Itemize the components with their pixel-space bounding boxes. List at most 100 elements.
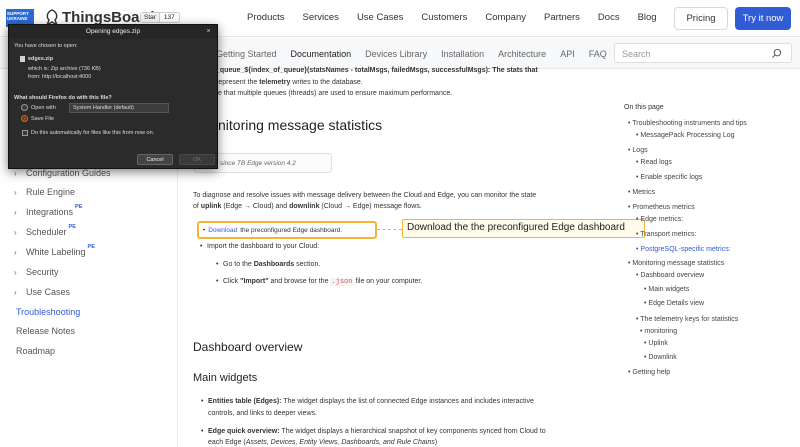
- text: of: [193, 203, 201, 210]
- toc-item[interactable]: Enable specific logs: [636, 174, 702, 181]
- github-star-button[interactable]: Star 137: [140, 12, 180, 23]
- subnav-api[interactable]: API: [560, 49, 575, 59]
- nav-use-cases[interactable]: Use Cases: [357, 12, 403, 23]
- auto-label[interactable]: Do this automatically for files like thi…: [31, 130, 154, 136]
- text: (Cloud → Edge) message flows.: [319, 203, 422, 210]
- sidebar-item-white-labeling[interactable]: › White Labeling PE: [14, 244, 95, 257]
- nav-docs[interactable]: Docs: [598, 12, 620, 23]
- chevron-right-icon: ›: [14, 168, 17, 178]
- sidebar-item-rule-engine[interactable]: › Rule Engine: [14, 187, 75, 197]
- subnav-faq[interactable]: FAQ: [589, 49, 607, 59]
- sidebar-item-roadmap[interactable]: Roadmap: [16, 346, 55, 356]
- cancel-button[interactable]: Cancel: [137, 154, 173, 165]
- entities-table-item: Entities table (Edges): The widget displ…: [201, 397, 534, 407]
- toc-item[interactable]: Edge metrics:: [636, 216, 683, 223]
- pricing-button[interactable]: Pricing: [674, 7, 728, 30]
- text: ): [434, 439, 438, 446]
- subnav-architecture[interactable]: Architecture: [498, 49, 546, 59]
- text-bold: downlink: [289, 203, 320, 210]
- dialog-title: Opening edges.zip: [9, 25, 217, 39]
- subnav-documentation[interactable]: Documentation: [291, 49, 352, 59]
- sidebar-item-scheduler[interactable]: › Scheduler PE: [14, 224, 76, 237]
- text: and browse for the: [268, 278, 331, 285]
- toc-item[interactable]: Read logs: [636, 159, 672, 166]
- import-step: Import the dashboard to your Cloud:: [200, 242, 319, 252]
- sidebar-item-label: Use Cases: [26, 287, 71, 297]
- sidebar-item-security[interactable]: › Security: [14, 267, 59, 277]
- toc-item[interactable]: Edge Details view: [644, 300, 704, 307]
- sidebar-item-label: Rule Engine: [26, 187, 76, 197]
- auto-checkbox[interactable]: [22, 130, 28, 136]
- toc-item[interactable]: Logs: [628, 147, 647, 154]
- save-file-radio[interactable]: [21, 115, 28, 122]
- open-with-radio[interactable]: [21, 104, 28, 111]
- text: The widget displays the list of connecte…: [281, 398, 534, 405]
- text: section.: [294, 261, 321, 268]
- save-file-label[interactable]: Save File: [31, 116, 54, 122]
- nav-blog[interactable]: Blog: [638, 12, 657, 23]
- ok-button[interactable]: OK: [179, 154, 215, 165]
- code-json: .json: [330, 278, 354, 286]
- section-heading-monitoring: nitoring message statistics: [218, 117, 383, 133]
- subnav-getting-started[interactable]: Getting Started: [216, 49, 277, 59]
- nav-customers[interactable]: Customers: [421, 12, 467, 23]
- nav-products[interactable]: Products: [247, 12, 285, 23]
- badge-line-2: UKRAINE: [7, 16, 28, 21]
- toc-item[interactable]: Monitoring message statistics: [628, 260, 724, 267]
- file-source: from: http://localhost:4000: [28, 74, 92, 80]
- toc-item[interactable]: Getting help: [628, 369, 670, 376]
- toc-item[interactable]: Prometheus metrics: [628, 204, 694, 211]
- text: represent the: [216, 79, 260, 86]
- toc-item[interactable]: Dashboard overview: [636, 272, 704, 279]
- download-link[interactable]: Download: [208, 227, 237, 234]
- text: each Edge (: [208, 439, 246, 446]
- selected-application: System Handler (default): [73, 105, 134, 111]
- sidebar-item-label: Configuration Guides: [26, 168, 111, 178]
- nav-partners[interactable]: Partners: [544, 12, 580, 23]
- bullet: •: [203, 226, 206, 234]
- toc-item[interactable]: PostgreSQL-specific metrics:: [636, 246, 730, 253]
- go-to-dashboards-step: Go to the Dashboards section.: [216, 260, 321, 270]
- action-question: What should Firefox do with this file?: [14, 95, 112, 101]
- toc-item[interactable]: Troubleshooting instruments and tips: [628, 120, 747, 127]
- subnav-installation[interactable]: Installation: [441, 49, 484, 59]
- close-icon[interactable]: ×: [204, 27, 213, 36]
- toc-item[interactable]: Uplink: [644, 340, 667, 347]
- sidebar-item-use-cases[interactable]: › Use Cases: [14, 287, 70, 297]
- toc-item[interactable]: Metrics: [628, 189, 655, 196]
- text-bold: uplink: [200, 203, 222, 210]
- annotation-callout: Download the the preconfigured Edge dash…: [402, 219, 645, 238]
- toc-item[interactable]: MessagePack Processing Log: [636, 132, 734, 139]
- toc-item[interactable]: Transport metrics:: [636, 231, 696, 238]
- toc-item[interactable]: Main widgets: [644, 286, 689, 293]
- sidebar-item-troubleshooting[interactable]: Troubleshooting: [16, 307, 80, 317]
- try-it-now-button[interactable]: Try it now: [735, 7, 791, 30]
- click-import-step: Click "Import" and browse for the .json …: [216, 277, 422, 287]
- open-with-label[interactable]: Open with: [31, 105, 56, 111]
- nav-company[interactable]: Company: [485, 12, 526, 23]
- toc-item-cont[interactable]: monitoring: [640, 328, 677, 335]
- sidebar-item-integrations[interactable]: › Integrations PE: [14, 204, 82, 217]
- sidebar-item-label: Integrations: [26, 207, 74, 217]
- sidebar-item-label: White Labeling: [26, 247, 86, 257]
- subnav-devices-library[interactable]: Devices Library: [365, 49, 427, 59]
- text-bold: Dashboards: [253, 261, 295, 268]
- application-select[interactable]: System Handler (default): [69, 103, 169, 113]
- nav-services[interactable]: Services: [303, 12, 339, 23]
- file-name: edges.zip: [28, 56, 54, 62]
- queue-stats-line: _queue_${index_of_queue}(statsNames - to…: [216, 67, 538, 74]
- subnav-links: Getting Started Documentation Devices Li…: [216, 49, 607, 59]
- toc-item[interactable]: The telemetry keys for statistics: [636, 316, 738, 323]
- sidebar-item-release-notes[interactable]: Release Notes: [16, 326, 75, 336]
- toc-item[interactable]: Downlink: [644, 354, 676, 361]
- text: writes to the database.: [290, 79, 363, 86]
- star-count: 137: [158, 13, 179, 22]
- sidebar-item-configuration-guides[interactable]: › Configuration Guides: [14, 168, 111, 178]
- text: The widget displays a hierarchical snaps…: [279, 428, 546, 435]
- text-italic: Assets, Devices, Entity Views, Dashboard…: [245, 439, 435, 446]
- chevron-right-icon: ›: [14, 267, 17, 277]
- chosen-label: You have chosen to open:: [14, 43, 78, 49]
- file-icon: [20, 56, 25, 62]
- search-input[interactable]: Search: [614, 43, 792, 63]
- search-icon[interactable]: [771, 48, 782, 59]
